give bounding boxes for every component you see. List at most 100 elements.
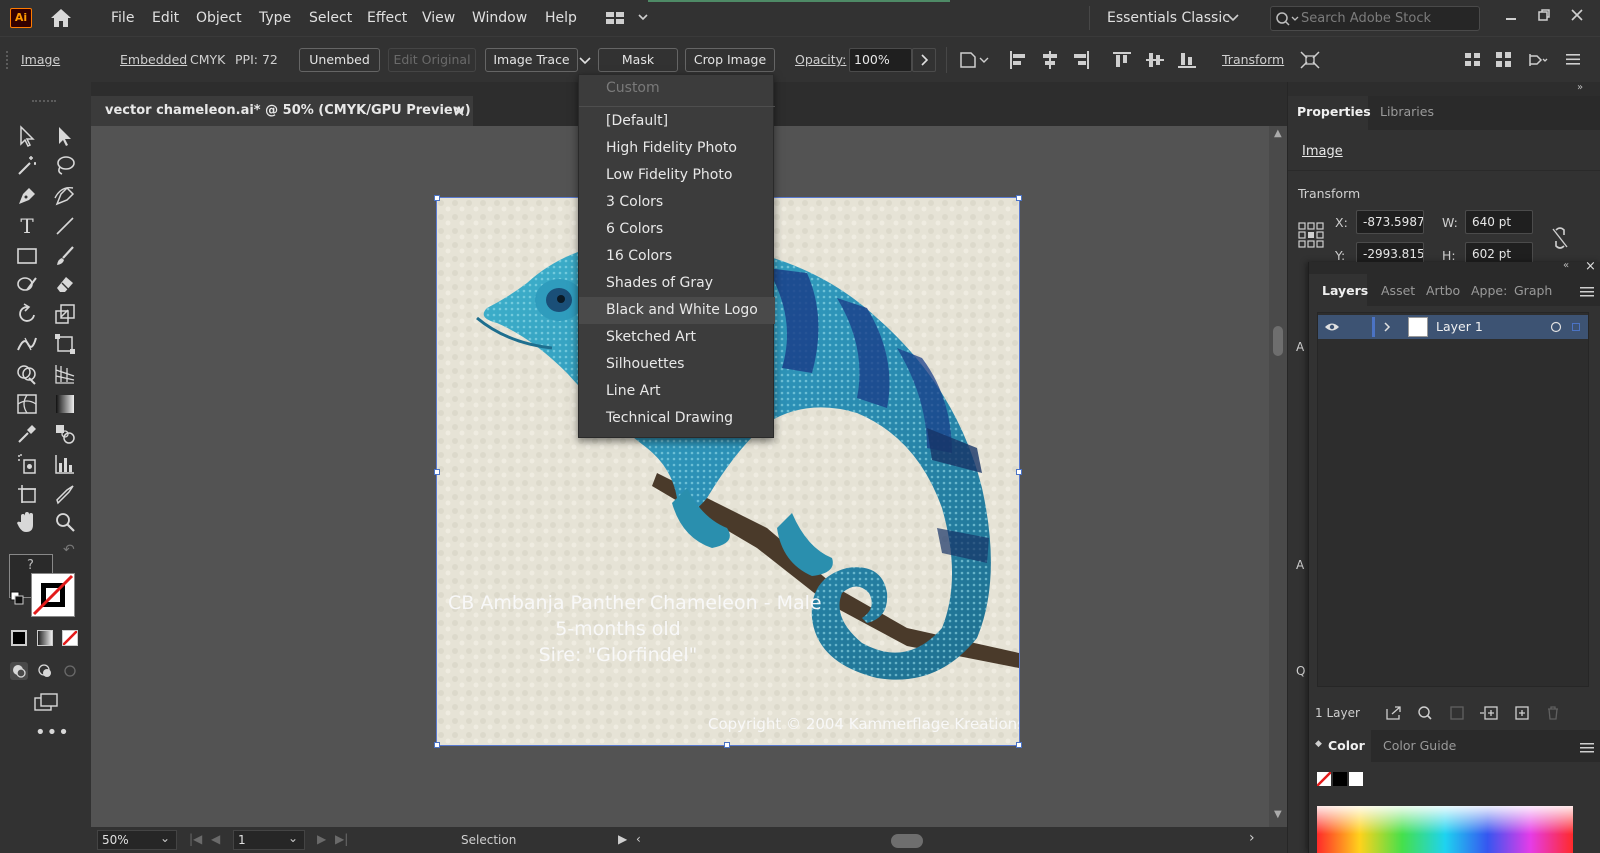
blend-tool-icon[interactable] [53, 422, 77, 446]
tab-color-chevron-icon[interactable]: ◆ [1315, 739, 1322, 749]
expand-panel-icon[interactable]: » [1577, 82, 1583, 93]
trace-preset-item-highlighted[interactable]: Black and White Logo [579, 297, 775, 324]
trace-preset-item[interactable]: Low Fidelity Photo [579, 162, 775, 189]
menu-edit[interactable]: Edit [152, 0, 179, 36]
column-graph-tool-icon[interactable] [53, 452, 77, 476]
type-tool-icon[interactable]: T [15, 214, 39, 238]
horizontal-scroll-thumb[interactable] [891, 834, 923, 848]
bounding-handle[interactable] [1016, 469, 1022, 475]
trace-preset-item[interactable]: [Default] [579, 108, 775, 135]
grid-icon[interactable] [1494, 50, 1514, 70]
layer-name[interactable]: Layer 1 [1436, 319, 1483, 334]
shaper-tool-icon[interactable] [15, 272, 39, 296]
mesh-tool-icon[interactable] [15, 392, 39, 416]
arrange-documents-icon[interactable] [605, 10, 649, 26]
gradient-mode-icon[interactable] [37, 630, 53, 646]
selection-type-label[interactable]: Image [1302, 144, 1343, 159]
vertical-scrollbar[interactable]: ▲ ▼ [1269, 126, 1287, 827]
curvature-tool-icon[interactable] [53, 184, 77, 208]
direct-selection-tool-icon[interactable] [53, 124, 77, 148]
selection-indicator[interactable] [1572, 323, 1580, 331]
menu-window[interactable]: Window [472, 0, 527, 36]
trace-preset-item[interactable]: 16 Colors [579, 243, 775, 270]
menu-effect[interactable]: Effect [367, 0, 407, 36]
opacity-label[interactable]: Opacity: [795, 37, 846, 83]
lasso-tool-icon[interactable] [53, 154, 77, 178]
color-panel-menu-icon[interactable] [1580, 742, 1594, 754]
bounding-handle[interactable] [434, 742, 440, 748]
menu-file[interactable]: File [111, 0, 134, 36]
perspective-grid-tool-icon[interactable] [53, 362, 77, 386]
swap-colors-icon[interactable]: ↶ [63, 542, 75, 558]
none-swatch[interactable] [1316, 771, 1332, 787]
current-tool-label[interactable]: Selection [461, 833, 516, 847]
search-stock-field[interactable]: Search Adobe Stock [1270, 6, 1480, 31]
tab-artboards[interactable]: Artbo [1426, 283, 1460, 298]
tab-color-guide[interactable]: Color Guide [1383, 738, 1456, 753]
selection-type-link[interactable]: Image [21, 37, 60, 83]
color-mode-icon[interactable] [11, 630, 27, 646]
search-layers-icon[interactable] [1417, 705, 1433, 721]
artboard-select[interactable]: 1 ⌄ [233, 830, 305, 850]
free-transform-tool-icon[interactable] [53, 332, 77, 356]
chevron-down-icon[interactable] [1226, 12, 1240, 24]
paintbrush-tool-icon[interactable] [53, 244, 77, 268]
new-layer-icon[interactable] [1514, 705, 1530, 721]
isolate-object-icon[interactable] [1299, 50, 1321, 70]
eyedropper-tool-icon[interactable] [15, 422, 39, 446]
bounding-handle[interactable] [434, 195, 440, 201]
scroll-right-icon[interactable]: › [1249, 830, 1255, 846]
trace-preset-item[interactable]: Shades of Gray [579, 270, 775, 297]
edit-toolbar-icon[interactable]: ••• [35, 722, 70, 743]
transform-link[interactable]: Transform [1222, 37, 1284, 83]
screen-mode-icon[interactable] [33, 692, 59, 712]
pen-tool-icon[interactable] [15, 184, 39, 208]
default-colors-icon[interactable] [10, 591, 24, 605]
scroll-down-icon[interactable]: ▼ [1274, 809, 1282, 820]
scale-tool-icon[interactable] [53, 302, 77, 326]
close-panel-icon[interactable]: × [1585, 259, 1596, 274]
shape-builder-tool-icon[interactable] [15, 362, 39, 386]
trace-preset-item[interactable]: Line Art [579, 378, 775, 405]
home-icon[interactable] [48, 6, 74, 30]
new-sublayer-icon[interactable] [1479, 705, 1499, 721]
scroll-left-icon[interactable]: ‹ [636, 832, 641, 846]
magic-wand-tool-icon[interactable] [15, 154, 39, 178]
status-menu-icon[interactable]: ▶ [618, 832, 627, 846]
align-center-icon[interactable] [1040, 50, 1060, 70]
menu-object[interactable]: Object [196, 0, 242, 36]
menu-view[interactable]: View [422, 0, 455, 36]
scroll-thumb[interactable] [1273, 326, 1283, 356]
stroke-swatch[interactable] [31, 573, 75, 617]
rotate-tool-icon[interactable] [15, 302, 39, 326]
zoom-select[interactable]: 50% ⌄ [97, 830, 177, 850]
none-mode-icon[interactable] [62, 630, 78, 646]
align-bottom-icon[interactable] [1177, 50, 1197, 70]
align-top-icon[interactable] [1112, 50, 1132, 70]
hand-tool-icon[interactable] [15, 510, 39, 534]
tab-libraries[interactable]: Libraries [1380, 104, 1434, 119]
black-swatch[interactable] [1333, 772, 1347, 786]
distribute-icon[interactable] [1463, 50, 1483, 70]
bounding-handle[interactable] [724, 742, 730, 748]
trace-preset-item[interactable]: 6 Colors [579, 216, 775, 243]
expand-layer-icon[interactable] [1382, 321, 1392, 333]
menu-select[interactable]: Select [309, 0, 352, 36]
workspace-switcher[interactable]: Essentials Classic [1107, 0, 1230, 36]
control-bar-menu-icon[interactable] [1565, 51, 1581, 67]
white-swatch[interactable] [1349, 772, 1363, 786]
tab-graphic-styles[interactable]: Graph [1514, 283, 1552, 298]
width-tool-icon[interactable] [15, 332, 39, 356]
eraser-tool-icon[interactable] [53, 272, 77, 296]
opacity-expand-icon[interactable] [912, 48, 936, 72]
selection-tool-icon[interactable] [15, 124, 39, 148]
bounding-handle[interactable] [434, 469, 440, 475]
artboard-tool-icon[interactable] [15, 482, 39, 506]
unembed-button[interactable]: Unembed [299, 48, 380, 72]
gradient-tool-icon[interactable] [56, 395, 74, 413]
panel-menu-icon[interactable] [1580, 286, 1594, 298]
draw-behind-icon[interactable] [36, 662, 54, 680]
image-trace-button[interactable]: Image Trace [485, 48, 578, 72]
trace-preset-item[interactable]: 3 Colors [579, 189, 775, 216]
w-field[interactable]: 640 pt [1465, 210, 1533, 234]
